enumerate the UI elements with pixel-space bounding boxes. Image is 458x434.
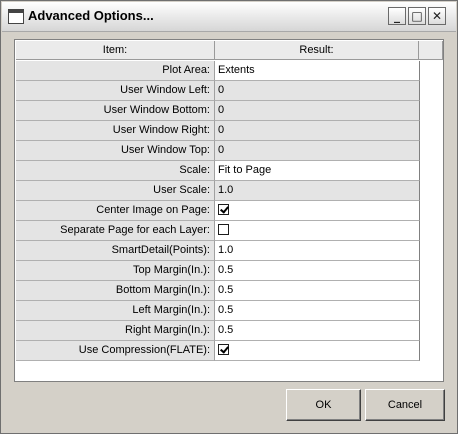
row-value[interactable]: 0.5 bbox=[215, 301, 420, 321]
row-label: Center Image on Page: bbox=[16, 201, 215, 221]
table-row[interactable]: SmartDetail(Points): 1.0 bbox=[16, 241, 420, 261]
table-row[interactable]: User Window Right: 0 bbox=[16, 121, 420, 141]
row-label: User Window Top: bbox=[16, 141, 215, 161]
table-row[interactable]: User Window Bottom: 0 bbox=[16, 101, 420, 121]
row-value[interactable]: 1.0 bbox=[215, 241, 420, 261]
row-value[interactable]: Extents bbox=[215, 61, 420, 81]
window-title: Advanced Options... bbox=[28, 8, 154, 23]
row-value: 0 bbox=[215, 121, 420, 141]
row-label: Top Margin(In.): bbox=[16, 261, 215, 281]
row-label: Bottom Margin(In.): bbox=[16, 281, 215, 301]
checked-checkbox[interactable] bbox=[218, 343, 229, 355]
row-label: Separate Page for each Layer: bbox=[16, 221, 215, 241]
options-grid: Item: Result: Plot Area: Extents User Wind… bbox=[14, 39, 444, 382]
table-row[interactable]: Right Margin(In.): 0.5 bbox=[16, 321, 420, 341]
table-row[interactable]: Separate Page for each Layer: bbox=[16, 221, 420, 241]
close-button[interactable]: ✕ bbox=[428, 7, 446, 25]
table-row[interactable]: Use Compression(FLATE): bbox=[16, 341, 420, 361]
table-row[interactable]: Center Image on Page: bbox=[16, 201, 420, 221]
minimize-button[interactable]: _ bbox=[388, 7, 406, 25]
row-checkbox-cell[interactable] bbox=[215, 221, 420, 241]
cancel-button[interactable]: Cancel bbox=[365, 389, 445, 421]
row-value: 0 bbox=[215, 81, 420, 101]
column-header-result[interactable]: Result: bbox=[215, 41, 419, 60]
row-value: 0 bbox=[215, 101, 420, 121]
row-value[interactable]: 0.5 bbox=[215, 281, 420, 301]
row-label: Left Margin(In.): bbox=[16, 301, 215, 321]
table-row[interactable]: User Scale: 1.0 bbox=[16, 181, 420, 201]
row-checkbox-cell[interactable] bbox=[215, 341, 420, 361]
table-row[interactable]: Bottom Margin(In.): 0.5 bbox=[16, 281, 420, 301]
title-bar[interactable]: Advanced Options... _ □ ✕ bbox=[2, 2, 456, 32]
checked-checkbox[interactable] bbox=[218, 203, 229, 215]
row-label: User Scale: bbox=[16, 181, 215, 201]
row-label: SmartDetail(Points): bbox=[16, 241, 215, 261]
ok-button[interactable]: OK bbox=[286, 389, 361, 421]
unchecked-checkbox[interactable] bbox=[218, 223, 229, 235]
row-label: Right Margin(In.): bbox=[16, 321, 215, 341]
advanced-options-dialog: Advanced Options... _ □ ✕ Item: Result: … bbox=[0, 0, 458, 434]
dialog-body: Item: Result: Plot Area: Extents User Wind… bbox=[2, 32, 456, 432]
row-value[interactable]: 0.5 bbox=[215, 321, 420, 341]
column-header-item[interactable]: Item: bbox=[16, 41, 215, 60]
row-checkbox-cell[interactable] bbox=[215, 201, 420, 221]
row-value: 0 bbox=[215, 141, 420, 161]
row-label: User Window Bottom: bbox=[16, 101, 215, 121]
table-row[interactable]: User Window Left: 0 bbox=[16, 81, 420, 101]
grid-rows: Plot Area: Extents User Window Left: 0 User … bbox=[16, 61, 420, 361]
row-label: Plot Area: bbox=[16, 61, 215, 81]
column-header-filler bbox=[419, 41, 443, 60]
row-label: User Window Left: bbox=[16, 81, 215, 101]
maximize-button[interactable]: □ bbox=[408, 7, 426, 25]
row-label: Use Compression(FLATE): bbox=[16, 341, 215, 361]
row-value[interactable]: Fit to Page bbox=[215, 161, 420, 181]
table-row[interactable]: Scale: Fit to Page bbox=[16, 161, 420, 181]
row-value[interactable]: 0.5 bbox=[215, 261, 420, 281]
row-label: Scale: bbox=[16, 161, 215, 181]
table-row[interactable]: Plot Area: Extents bbox=[16, 61, 420, 81]
row-label: User Window Right: bbox=[16, 121, 215, 141]
row-value: 1.0 bbox=[215, 181, 420, 201]
table-row[interactable]: Top Margin(In.): 0.5 bbox=[16, 261, 420, 281]
window-icon bbox=[8, 9, 24, 24]
table-row[interactable]: User Window Top: 0 bbox=[16, 141, 420, 161]
table-row[interactable]: Left Margin(In.): 0.5 bbox=[16, 301, 420, 321]
